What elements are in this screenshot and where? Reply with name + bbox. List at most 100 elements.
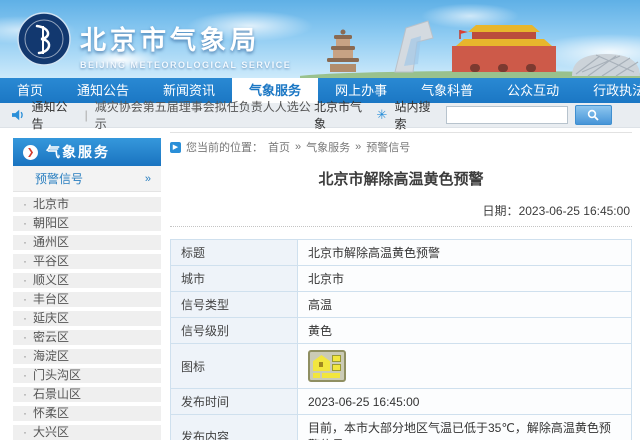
sidebar-section-warning-signals[interactable]: 预警信号 » [13, 166, 161, 192]
double-chevron-icon: » [145, 173, 151, 185]
row-value: 2023-06-25 16:45:00 [298, 389, 632, 415]
speaker-icon [12, 109, 25, 121]
district-label: 北京市 [33, 197, 69, 212]
breadcrumb: ▶ 您当前的位置： 首页 » 气象服务 » 预警信号 [170, 139, 632, 155]
page: 北京市气象局 BEIJING METEOROLOGICAL SERVICE [0, 0, 640, 440]
circle-arrow-icon: ❯ [23, 145, 38, 160]
search-input[interactable] [446, 106, 568, 124]
site-subtitle: BEIJING METEOROLOGICAL SERVICE [80, 60, 291, 70]
bullet-icon: · [23, 197, 27, 212]
notice-label: 通知公告 [32, 98, 78, 132]
warning-icon-cell [298, 344, 632, 389]
sidebar-item-yanqing[interactable]: · 延庆区 [13, 311, 161, 326]
row-label: 信号类型 [171, 292, 298, 318]
sidebar-section-label: 预警信号 [35, 170, 83, 187]
logo-text: 北京市气象局 BEIJING METEOROLOGICAL SERVICE [80, 20, 291, 70]
table-row: 发布时间 2023-06-25 16:45:00 [171, 389, 632, 415]
table-row: 信号级别 黄色 [171, 318, 632, 344]
breadcrumb-prefix: 您当前的位置： [186, 139, 263, 155]
bullet-icon: · [23, 349, 27, 364]
sidebar-item-shunyi[interactable]: · 顺义区 [13, 273, 161, 288]
warning-char-box [332, 364, 341, 371]
site-header: 北京市气象局 BEIJING METEOROLOGICAL SERVICE [0, 0, 640, 78]
district-label: 平谷区 [33, 254, 69, 269]
bullet-icon: · [23, 235, 27, 250]
bullet-icon: · [23, 406, 27, 421]
sidebar-title: 气象服务 [46, 142, 110, 162]
sidebar-item-beijing[interactable]: · 北京市 [13, 197, 161, 212]
sidebar-item-mentougou[interactable]: ·门头沟区 [13, 368, 161, 383]
table-row: 城市 北京市 [171, 266, 632, 292]
beijing-landmarks-illustration [300, 6, 640, 78]
sidebar-item-daxing[interactable]: ·大兴区 [13, 425, 161, 440]
notice-right: 北京市气象 ✳ 站内搜索 [314, 98, 640, 132]
breadcrumb-warning-signals[interactable]: 预警信号 [366, 139, 410, 155]
site-search-label: 站内搜索 [394, 98, 438, 132]
notice-bar: 通知公告 | 减灾协会第五届理事会拟任负责人人选公示 北京市气象 ✳ 站内搜索 [0, 103, 640, 128]
sidebar-item-miyun[interactable]: · 密云区 [13, 330, 161, 345]
district-label: 朝阳区 [33, 216, 69, 231]
table-row: 发布内容 目前，本市大部分地区气温已低于35℃，解除高温黄色预警信号。 [171, 415, 632, 440]
search-button[interactable] [575, 105, 612, 125]
row-label: 图标 [171, 344, 298, 389]
district-list: ·北京市 ·朝阳区 ·通州区 ·平谷区 ·顺义区 ·丰台区 ·延庆区 ·密云区 … [13, 197, 161, 440]
row-value: 北京市 [298, 266, 632, 292]
breadcrumb-home[interactable]: 首页 [268, 139, 290, 155]
row-value: 北京市解除高温黄色预警 [298, 240, 632, 266]
district-label: 延庆区 [33, 311, 69, 326]
dotted-divider [170, 226, 632, 227]
district-label: 大兴区 [33, 425, 69, 440]
sidebar-item-huairou[interactable]: · 怀柔区 [13, 406, 161, 421]
warning-char-box [332, 355, 341, 362]
bullet-icon: · [23, 330, 27, 345]
article-title: 北京市解除高温黄色预警 [170, 168, 632, 189]
high-temperature-yellow-warning-icon [308, 350, 346, 382]
breadcrumb-separator: » [295, 141, 301, 153]
publish-date-row: 日期：2023-06-25 16:45:00 [170, 202, 632, 219]
district-label: 石景山区 [33, 387, 81, 402]
sidebar-item-shijingshan[interactable]: · 石景山区 [13, 387, 161, 402]
site-search-icon: ✳ [377, 107, 388, 123]
warning-chip [313, 373, 320, 378]
warning-symbol [313, 355, 330, 371]
date-label: 日期： [483, 204, 519, 218]
table-row: 标题 北京市解除高温黄色预警 [171, 240, 632, 266]
district-label: 顺义区 [33, 273, 69, 288]
date-value: 2023-06-25 16:45:00 [519, 204, 630, 218]
bullet-icon: · [23, 368, 27, 383]
table-row: 图标 [171, 344, 632, 389]
warning-detail-table: 标题 北京市解除高温黄色预警 城市 北京市 信号类型 高温 信号级别 黄色 图标 [170, 239, 632, 440]
sidebar-item-chaoyang[interactable]: · 朝阳区 [13, 216, 161, 231]
site-title: 北京市气象局 [80, 20, 291, 57]
breadcrumb-marker-icon: ▶ [170, 142, 181, 153]
notice-left: 通知公告 | 减灾协会第五届理事会拟任负责人人选公示 [0, 98, 314, 132]
row-label: 信号级别 [171, 318, 298, 344]
table-row: 信号类型 高温 [171, 292, 632, 318]
site-name-link[interactable]: 北京市气象 [314, 98, 370, 132]
sidebar-item-haidian[interactable]: · 海淀区 [13, 349, 161, 364]
bullet-icon: · [23, 387, 27, 402]
notice-separator: | [85, 108, 88, 122]
district-label: 怀柔区 [33, 406, 69, 421]
magnifier-icon [587, 109, 599, 121]
notice-link[interactable]: 减灾协会第五届理事会拟任负责人人选公示 [95, 98, 314, 132]
sidebar-item-tongzhou[interactable]: · 通州区 [13, 235, 161, 250]
sidebar-item-fengtai[interactable]: · 丰台区 [13, 292, 161, 307]
row-value: 高温 [298, 292, 632, 318]
sidebar-item-pinggu[interactable]: ·平谷区 [13, 254, 161, 269]
row-label: 城市 [171, 266, 298, 292]
sidebar-header: ❯ 气象服务 [13, 138, 161, 166]
breadcrumb-separator: » [355, 141, 361, 153]
bullet-icon: · [23, 273, 27, 288]
main-content: ▶ 您当前的位置： 首页 » 气象服务 » 预警信号 北京市解除高温黄色预警 日… [170, 132, 632, 440]
breadcrumb-weather-services[interactable]: 气象服务 [306, 139, 350, 155]
bullet-icon: · [23, 216, 27, 231]
sidebar: ❯ 气象服务 预警信号 » ·北京市 ·朝阳区 ·通州区 ·平谷区 ·顺义区 ·… [13, 138, 161, 440]
bullet-icon: · [23, 311, 27, 326]
district-label: 通州区 [33, 235, 69, 250]
district-label: 丰台区 [33, 292, 69, 307]
bullet-icon: · [23, 292, 27, 307]
district-label: 海淀区 [33, 349, 69, 364]
row-label: 发布内容 [171, 415, 298, 440]
district-label: 密云区 [33, 330, 69, 345]
